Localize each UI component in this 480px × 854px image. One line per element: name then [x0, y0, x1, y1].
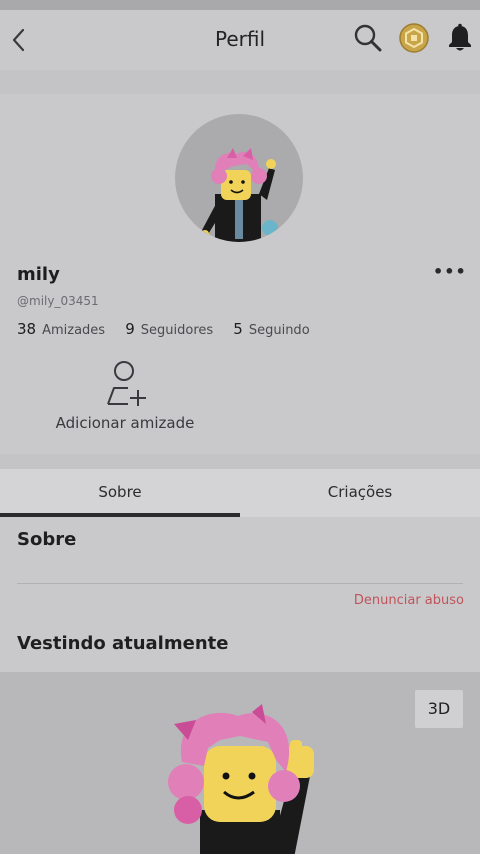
bell-icon [449, 23, 471, 51]
notifications-button[interactable] [446, 23, 474, 53]
status-bar [0, 0, 480, 10]
add-friend-label: Adicionar amizade [55, 414, 195, 432]
more-options-icon: ••• [433, 262, 467, 281]
stat-count: 9 [125, 320, 135, 338]
profile-card: mily @mily_03451 ••• 38 Amizades 9 Seguido… [0, 94, 480, 454]
top-bar: Perfil [0, 10, 480, 70]
search-icon [354, 24, 382, 52]
view-3d-button[interactable]: 3D [415, 690, 463, 728]
avatar-full-body-image [168, 704, 314, 854]
stat-count: 38 [17, 320, 37, 338]
report-abuse-link[interactable]: Denunciar abuso [354, 593, 464, 608]
stat-label: Amizades [42, 323, 106, 338]
divider [17, 583, 463, 584]
display-name: mily [17, 264, 60, 285]
profile-tabs: Sobre Criações [0, 469, 480, 517]
avatar-headshot-image [201, 148, 278, 242]
tab-creations[interactable]: Criações [240, 469, 480, 517]
add-friend-icon [107, 361, 146, 406]
search-button[interactable] [353, 23, 383, 53]
stat-count: 5 [233, 320, 243, 338]
tab-about[interactable]: Sobre [0, 469, 240, 517]
wearing-heading: Vestindo atualmente [17, 633, 229, 654]
about-section: Sobre Denunciar abuso Vestindo atualment… [0, 517, 480, 672]
robux-button[interactable] [399, 23, 429, 53]
profile-stats: 38 Amizades 9 Seguidores 5 Seguindo [17, 320, 326, 338]
more-options-button[interactable]: ••• [433, 262, 467, 281]
stat-label: Seguindo [248, 323, 310, 338]
add-friend-button[interactable]: Adicionar amizade [40, 358, 210, 438]
stat-label: Seguidores [140, 323, 214, 338]
avatar[interactable] [175, 114, 303, 242]
robux-coin-icon [399, 23, 429, 53]
avatar-outfit-view[interactable]: 3D [0, 672, 480, 854]
about-heading: Sobre [17, 529, 77, 550]
stat-following[interactable]: 5 Seguindo [233, 320, 325, 338]
stat-friends[interactable]: 38 Amizades [17, 320, 121, 338]
stat-followers[interactable]: 9 Seguidores [125, 320, 229, 338]
username: @mily_03451 [17, 294, 99, 308]
